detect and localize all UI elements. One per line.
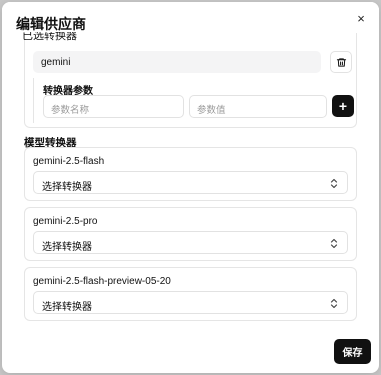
save-button[interactable]: 保存: [334, 339, 371, 364]
transformer-name-input[interactable]: gemini: [33, 51, 321, 73]
chevron-up-down-icon: [329, 236, 339, 250]
param-name-input[interactable]: 参数名称: [43, 95, 184, 118]
param-value-input[interactable]: 参数值: [189, 95, 327, 118]
model-name: gemini-2.5-pro: [33, 216, 98, 227]
transformer-card: gemini 转换器参数 参数名称 参数值 +: [24, 33, 357, 128]
select-value: 选择转换器: [42, 242, 92, 253]
chevron-up-down-icon: [329, 176, 339, 190]
model-transformer-select[interactable]: 选择转换器: [33, 291, 348, 314]
model-name: gemini-2.5-flash: [33, 156, 105, 167]
transformer-params-panel: 转换器参数 参数名称 参数值 +: [33, 78, 354, 123]
model-transformer-select[interactable]: 选择转换器: [33, 231, 348, 254]
model-transformer-select[interactable]: 选择转换器: [33, 171, 348, 194]
edit-provider-dialog: 已选转换器 编辑供应商 × gemini 转换器参数 参数名称 参数值 + 模型…: [2, 2, 379, 373]
select-value: 选择转换器: [42, 182, 92, 193]
trash-icon: [336, 57, 346, 67]
close-icon[interactable]: ×: [353, 10, 369, 26]
model-card: gemini-2.5-pro 选择转换器: [24, 207, 357, 261]
select-value: 选择转换器: [42, 302, 92, 313]
model-card: gemini-2.5-flash-preview-05-20 选择转换器: [24, 267, 357, 321]
add-param-button[interactable]: +: [332, 95, 354, 117]
delete-transformer-button[interactable]: [330, 51, 352, 73]
dialog-title: 编辑供应商: [16, 16, 86, 32]
chevron-up-down-icon: [329, 296, 339, 310]
model-card: gemini-2.5-flash 选择转换器: [24, 147, 357, 201]
model-name: gemini-2.5-flash-preview-05-20: [33, 276, 171, 287]
